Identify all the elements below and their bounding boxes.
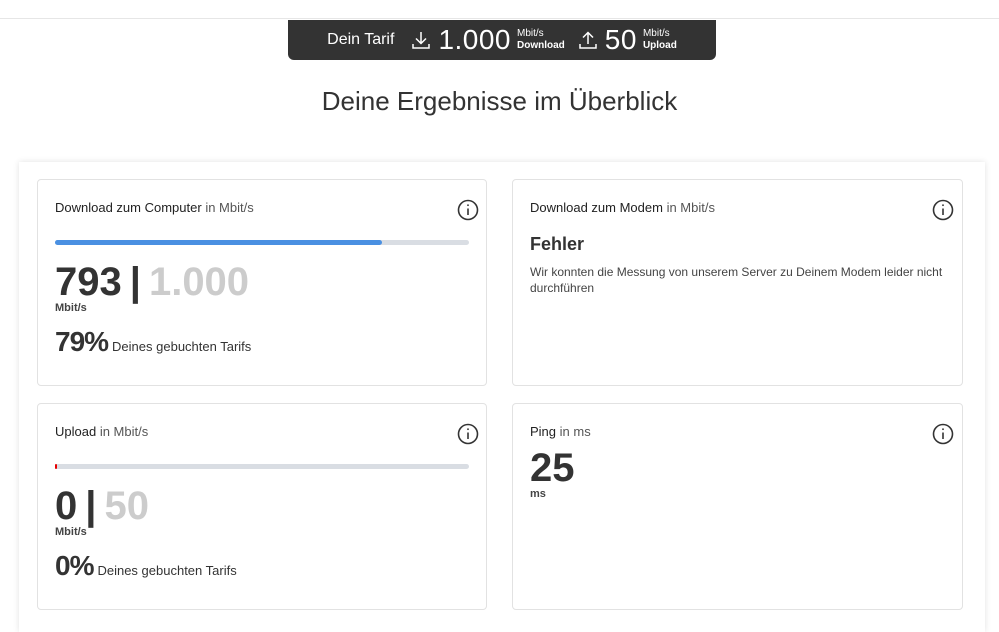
value-separator: |	[85, 484, 97, 528]
upload-arrow-icon	[577, 29, 599, 51]
results-panel: Download zum Computer in Mbit/s 793 | 1.…	[19, 162, 985, 632]
card-download-modem: Download zum Modem in Mbit/s Fehler Wir …	[512, 179, 963, 386]
info-circle-icon[interactable]	[457, 199, 479, 221]
tariff-download-value: 1.000	[438, 24, 512, 55]
card-title: Ping	[530, 424, 557, 439]
tariff-upload-value: 50	[604, 24, 637, 55]
card-unit: in ms	[559, 424, 591, 439]
download-arrow-icon	[410, 29, 432, 51]
card-title: Download zum Computer	[55, 200, 202, 215]
tariff-bar: Dein Tarif 1.000 Mbit/s Download 50 Mbit…	[288, 20, 716, 60]
card-title: Download zum Modem	[530, 200, 663, 215]
value-separator: |	[129, 260, 141, 304]
header-divider	[0, 18, 999, 19]
tariff-label: Dein Tarif	[327, 31, 395, 48]
download-percent-label: Deines gebuchten Tarifs	[112, 339, 252, 354]
upload-percent: 0%	[55, 550, 94, 581]
download-tariff-value: 1.000	[148, 260, 250, 304]
tariff-download-unit: Mbit/s	[517, 28, 544, 39]
modem-error-text: Wir konnten die Messung von unserem Serv…	[530, 265, 943, 295]
upload-measured-value: 0	[55, 484, 78, 528]
download-progress-fill	[55, 240, 383, 245]
modem-error-title: Fehler	[530, 234, 585, 254]
upload-percent-label: Deines gebuchten Tarifs	[97, 563, 237, 578]
card-upload: Upload in Mbit/s 0 | 50 Mbit/s 0% Deines…	[37, 403, 487, 610]
ping-unit: ms	[530, 488, 546, 500]
upload-tariff-value: 50	[104, 484, 149, 528]
card-unit: in Mbit/s	[205, 200, 254, 215]
info-circle-icon[interactable]	[457, 423, 479, 445]
tariff-upload-unit: Mbit/s	[642, 28, 670, 39]
info-circle-icon[interactable]	[932, 423, 954, 445]
card-title: Upload	[55, 424, 97, 439]
tariff-download: 1.000 Mbit/s Download	[410, 24, 565, 56]
upload-progress-fill	[55, 464, 58, 469]
download-value-unit: Mbit/s	[55, 302, 87, 314]
page-title: Deine Ergebnisse im Überblick	[321, 86, 678, 116]
upload-value-unit: Mbit/s	[55, 526, 87, 538]
download-percent: 79%	[55, 326, 109, 357]
upload-progress-bar	[55, 464, 469, 469]
info-circle-icon[interactable]	[932, 199, 954, 221]
card-unit: in Mbit/s	[99, 424, 149, 439]
card-download-computer: Download zum Computer in Mbit/s 793 | 1.…	[37, 179, 487, 386]
tariff-upload: 50 Mbit/s Upload	[577, 24, 677, 56]
download-measured-value: 793	[55, 260, 122, 304]
download-progress-bar	[55, 240, 469, 245]
ping-value: 25	[530, 446, 575, 490]
card-unit: in Mbit/s	[666, 200, 715, 215]
tariff-download-label: Download	[517, 40, 565, 51]
tariff-upload-label: Upload	[642, 40, 677, 51]
card-ping: Ping in ms 25 ms	[512, 403, 963, 610]
